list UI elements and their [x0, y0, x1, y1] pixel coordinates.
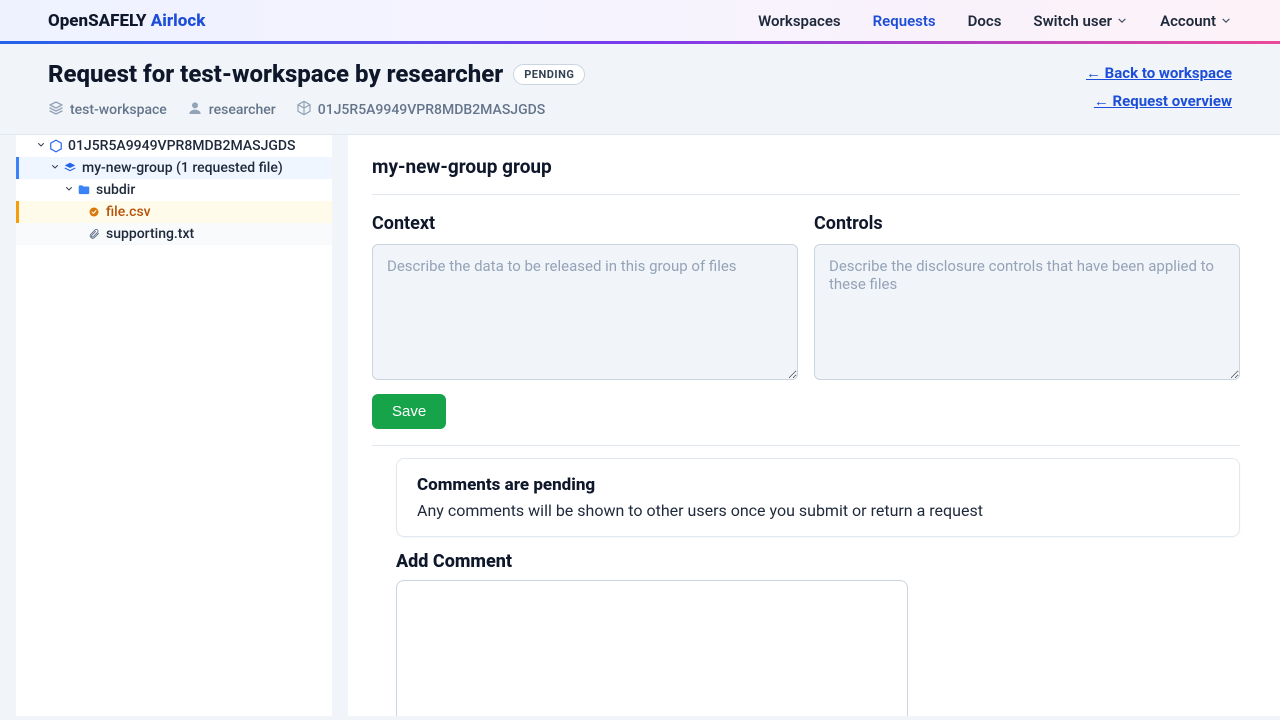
tree-group-label: my-new-group (1 requested file)	[82, 160, 283, 176]
meta-line: test-workspace researcher 01J5R5A9949VPR…	[48, 100, 585, 120]
brand: OpenSAFELY Airlock	[48, 11, 205, 31]
main-content: my-new-group group Context Controls Save…	[348, 135, 1280, 716]
nav-links: Workspaces Requests Docs Switch user Acc…	[758, 12, 1232, 30]
meta-workspace: test-workspace	[48, 100, 167, 120]
group-title: my-new-group group	[372, 155, 1240, 195]
page-header: Request for test-workspace by researcher…	[0, 44, 1280, 135]
nav-account[interactable]: Account	[1160, 12, 1232, 30]
context-label: Context	[372, 213, 798, 234]
divider	[372, 445, 1240, 446]
controls-textarea[interactable]	[814, 244, 1240, 380]
meta-user: researcher	[187, 100, 276, 120]
file-tree: 01J5R5A9949VPR8MDB2MASJGDS my-new-group …	[16, 135, 332, 716]
nav-switch-user-label: Switch user	[1033, 12, 1112, 30]
nav-workspaces[interactable]: Workspaces	[758, 12, 841, 30]
controls-label: Controls	[814, 213, 1240, 234]
tree-file-csv[interactable]: file.csv	[16, 201, 332, 223]
comments-pending-title: Comments are pending	[417, 475, 1219, 495]
chevron-down-icon	[1220, 15, 1232, 27]
chevron-down-icon	[62, 182, 76, 198]
context-textarea[interactable]	[372, 244, 798, 380]
cube-icon	[48, 139, 64, 153]
add-comment-label: Add Comment	[396, 551, 1240, 572]
chevron-down-icon	[48, 160, 62, 176]
brand-name: OpenSAFELY	[48, 11, 147, 31]
layers-icon	[48, 100, 64, 120]
chevron-down-icon	[34, 138, 48, 154]
link-request-overview[interactable]: ← Request overview	[1094, 92, 1232, 110]
form-row: Context Controls	[372, 213, 1240, 380]
layers-icon	[62, 161, 78, 175]
link-back-workspace[interactable]: ← Back to workspace	[1086, 64, 1232, 82]
nav-docs[interactable]: Docs	[968, 12, 1002, 30]
body-area: 01J5R5A9949VPR8MDB2MASJGDS my-new-group …	[0, 135, 1280, 716]
tree-root-label: 01J5R5A9949VPR8MDB2MASJGDS	[68, 138, 296, 154]
tree-file-txt[interactable]: supporting.txt	[16, 223, 332, 245]
tree-root[interactable]: 01J5R5A9949VPR8MDB2MASJGDS	[16, 135, 332, 157]
comment-section: Comments are pending Any comments will b…	[396, 458, 1240, 716]
nav-switch-user[interactable]: Switch user	[1033, 12, 1128, 30]
folder-icon	[76, 183, 92, 197]
nav-requests[interactable]: Requests	[873, 12, 936, 30]
tree-group[interactable]: my-new-group (1 requested file)	[16, 157, 332, 179]
add-comment-textarea[interactable]	[396, 580, 908, 716]
status-badge: PENDING	[513, 64, 585, 85]
nav-account-label: Account	[1160, 12, 1216, 30]
tree-file-csv-label: file.csv	[106, 204, 151, 220]
cube-icon	[296, 100, 312, 120]
context-col: Context	[372, 213, 798, 380]
page-title: Request for test-workspace by researcher	[48, 60, 503, 88]
chevron-down-icon	[1116, 15, 1128, 27]
top-nav: OpenSAFELY Airlock Workspaces Requests D…	[0, 0, 1280, 44]
comments-pending-notice: Comments are pending Any comments will b…	[396, 458, 1240, 537]
meta-workspace-value: test-workspace	[70, 102, 167, 118]
tree-subdir[interactable]: subdir	[16, 179, 332, 201]
meta-request-id-value: 01J5R5A9949VPR8MDB2MASJGDS	[318, 102, 546, 118]
meta-user-value: researcher	[209, 102, 276, 118]
brand-accent: Airlock	[151, 11, 206, 31]
tree-subdir-label: subdir	[96, 182, 135, 198]
meta-request-id: 01J5R5A9949VPR8MDB2MASJGDS	[296, 100, 546, 120]
file-csv-icon	[86, 206, 102, 218]
paperclip-icon	[86, 228, 102, 240]
comments-pending-body: Any comments will be shown to other user…	[417, 501, 1219, 520]
controls-col: Controls	[814, 213, 1240, 380]
tree-file-txt-label: supporting.txt	[106, 226, 194, 242]
save-button[interactable]: Save	[372, 394, 446, 429]
user-icon	[187, 100, 203, 120]
